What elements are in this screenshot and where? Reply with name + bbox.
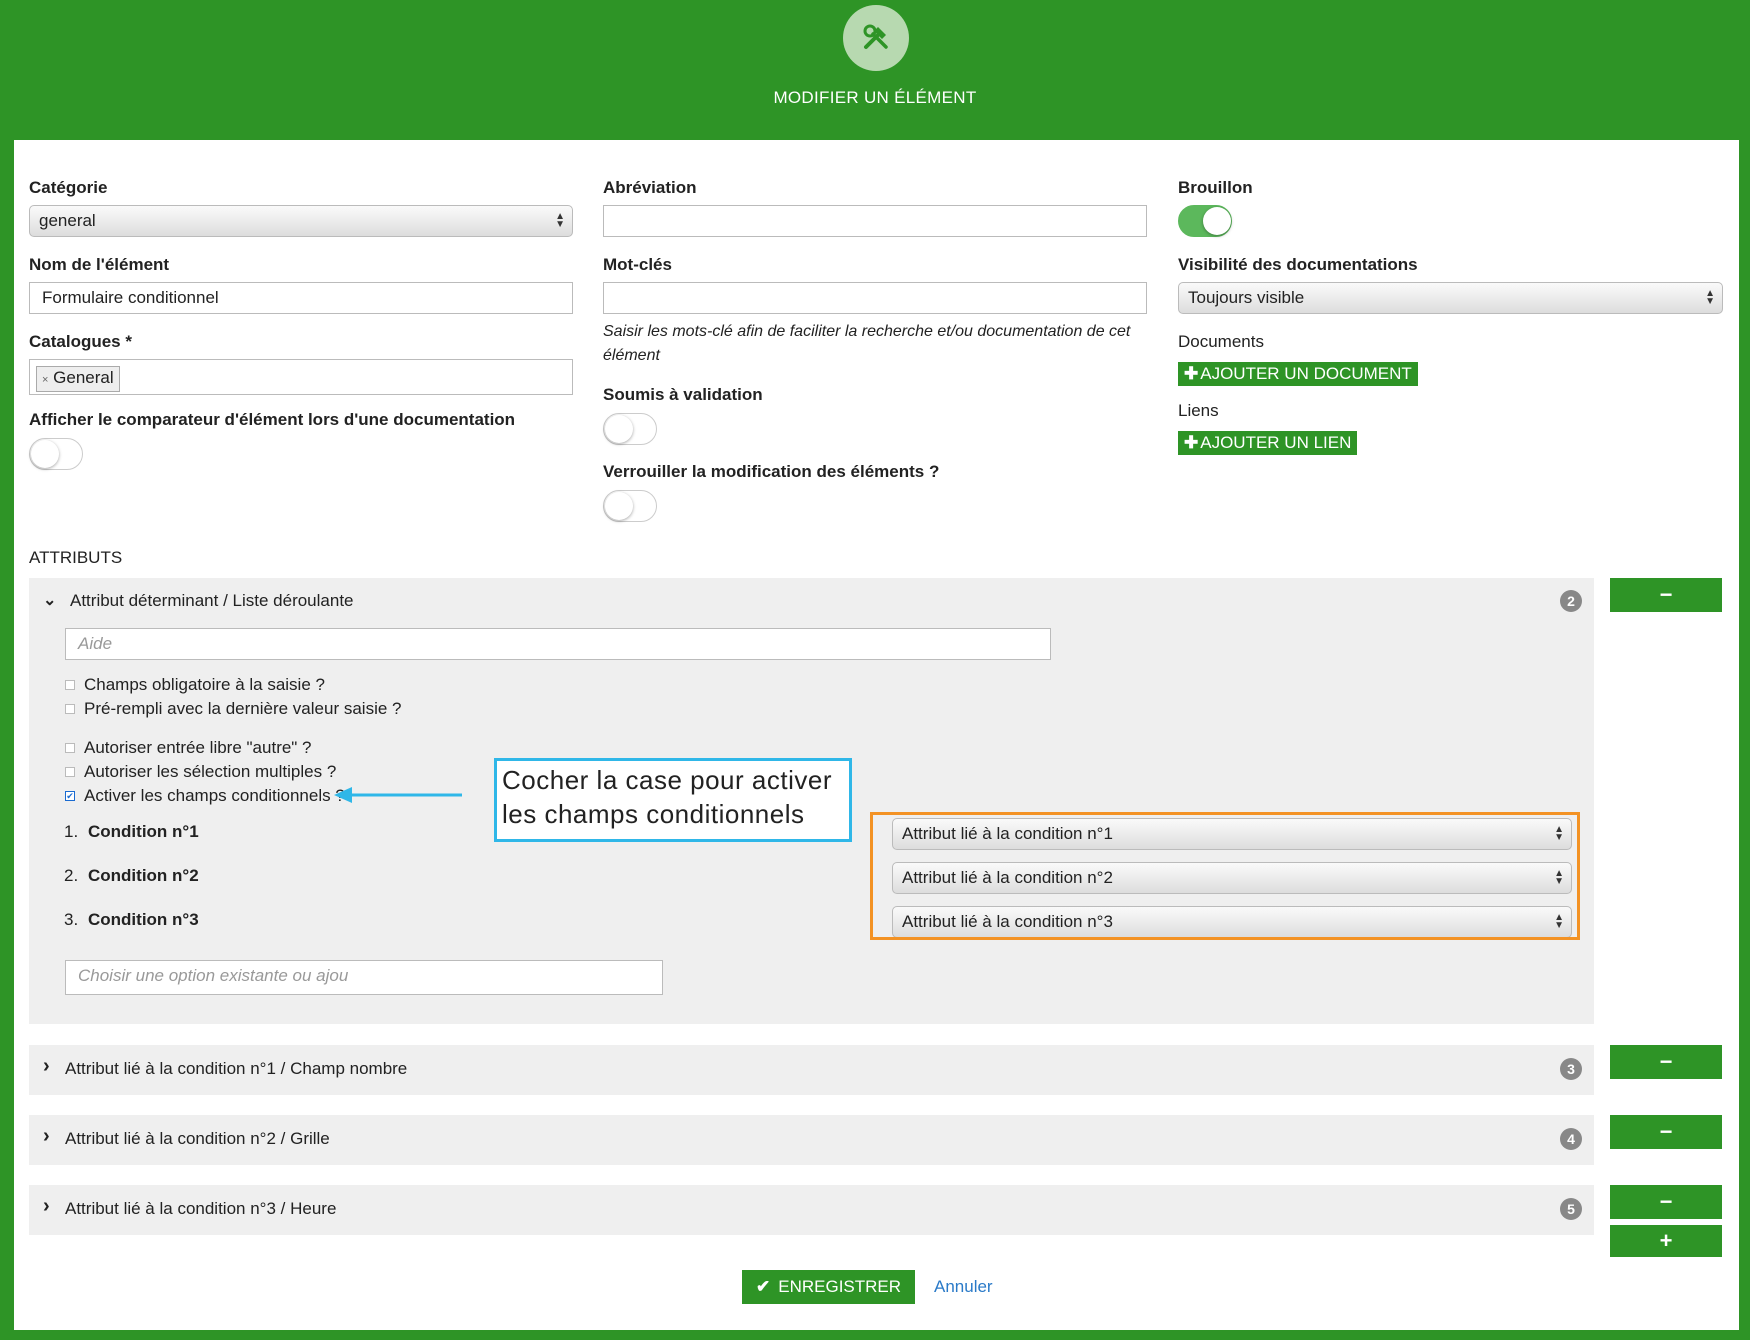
attribute-panel-collapsed[interactable]: › Attribut lié à la condition n°1 / Cham… — [29, 1045, 1594, 1095]
categorie-label: Catégorie — [29, 178, 108, 197]
remove-attribute-button[interactable]: − — [1610, 1045, 1722, 1079]
cancel-link[interactable]: Annuler — [934, 1277, 993, 1297]
multi-select-checkbox[interactable] — [65, 767, 75, 777]
catalogues-label: Catalogues * — [29, 332, 132, 351]
free-entry-checkbox[interactable] — [65, 743, 75, 753]
conditions-highlight-box — [870, 812, 1580, 940]
comparateur-label: Afficher le comparateur d'élément lors d… — [29, 410, 516, 429]
catalogue-tag-label: General — [53, 368, 114, 387]
brouillon-label: Brouillon — [1178, 178, 1253, 197]
categorie-value: general — [39, 211, 96, 230]
add-link-label: AJOUTER UN LIEN — [1200, 433, 1352, 452]
save-button[interactable]: ✔ ENREGISTRER — [742, 1270, 916, 1304]
condition-label: Condition n°3 — [88, 910, 199, 929]
condition-number: 1. — [64, 822, 79, 841]
select-arrows-icon: ▲ ▼ — [555, 211, 565, 230]
chevron-down-icon[interactable]: ⌄ — [43, 590, 56, 610]
remove-attribute-button[interactable]: − — [1610, 1115, 1722, 1149]
option-input[interactable]: Choisir une option existante ou ajou — [65, 960, 663, 995]
abreviation-label: Abréviation — [603, 178, 697, 197]
condition-label: Condition n°2 — [88, 866, 199, 885]
attribute-panel-collapsed[interactable]: › Attribut lié à la condition n°2 / Gril… — [29, 1115, 1594, 1165]
arrow-left-icon — [334, 787, 462, 803]
add-document-button[interactable]: ✚ AJOUTER UN DOCUMENT — [1178, 362, 1418, 386]
aide-input[interactable]: Aide — [65, 628, 1051, 660]
motscles-input[interactable] — [603, 282, 1147, 314]
remove-attribute-button[interactable]: − — [1610, 578, 1722, 612]
form-panel: Catégorie general ▲ ▼ Nom de l'élément Fo… — [14, 140, 1739, 1330]
nom-input[interactable]: Formulaire conditionnel — [29, 282, 573, 314]
attribute-title[interactable]: Attribut déterminant / Liste déroulante — [70, 591, 354, 611]
add-link-button[interactable]: ✚ AJOUTER UN LIEN — [1178, 431, 1358, 455]
categorie-select[interactable]: general ▲ ▼ — [29, 205, 573, 237]
attribute-badge: 4 — [1560, 1128, 1582, 1150]
toggle-knob — [605, 415, 633, 443]
save-label: ENREGISTRER — [778, 1277, 902, 1296]
liens-label: Liens — [1178, 401, 1219, 420]
abreviation-input[interactable] — [603, 205, 1147, 237]
chevron-right-icon[interactable]: › — [43, 1055, 50, 1078]
toggle-knob — [31, 440, 59, 468]
attribute-badge: 2 — [1560, 590, 1582, 612]
visibilite-value: Toujours visible — [1188, 288, 1305, 307]
remove-attribute-button[interactable]: − — [1610, 1185, 1722, 1219]
condition-label: Condition n°1 — [88, 822, 199, 841]
required-checkbox[interactable] — [65, 680, 75, 690]
plus-icon: ✚ — [1184, 433, 1199, 452]
attribute-title[interactable]: Attribut lié à la condition n°2 / Grille — [65, 1129, 330, 1149]
nom-label: Nom de l'élément — [29, 255, 170, 274]
catalogues-input[interactable]: × General — [29, 359, 573, 395]
motscles-label: Mot-clés — [603, 255, 672, 274]
required-label: Champs obligatoire à la saisie ? — [84, 675, 325, 694]
page-header: MODIFIER UN ÉLÉMENT — [0, 0, 1750, 140]
add-attribute-button[interactable]: + — [1610, 1225, 1722, 1257]
brouillon-toggle[interactable] — [1178, 205, 1232, 237]
catalogue-tag[interactable]: × General — [36, 366, 120, 392]
attribute-title[interactable]: Attribut lié à la condition n°3 / Heure — [65, 1199, 336, 1219]
callout-box: Cocher la case pour activer les champs c… — [494, 758, 852, 842]
attributs-heading: ATTRIBUTS — [29, 548, 123, 567]
documents-label: Documents — [1178, 332, 1264, 351]
soumis-toggle[interactable] — [603, 413, 657, 445]
visibilite-label: Visibilité des documentations — [1178, 255, 1418, 274]
comparateur-toggle[interactable] — [29, 438, 83, 470]
attribute-badge: 3 — [1560, 1058, 1582, 1080]
plus-icon: ✚ — [1184, 364, 1199, 383]
select-arrows-icon: ▲ ▼ — [1705, 288, 1715, 307]
toggle-knob — [1203, 207, 1231, 235]
tools-icon — [843, 5, 909, 71]
chevron-right-icon[interactable]: › — [43, 1195, 50, 1218]
free-entry-label: Autoriser entrée libre "autre" ? — [84, 738, 312, 757]
chevron-right-icon[interactable]: › — [43, 1125, 50, 1148]
verrouiller-toggle[interactable] — [603, 490, 657, 522]
callout-line-2: les champs conditionnels — [502, 799, 805, 829]
motscles-hint: Saisir les mots-clé afin de faciliter la… — [603, 323, 1131, 364]
page-title: MODIFIER UN ÉLÉMENT — [773, 88, 977, 107]
callout-line-1: Cocher la case pour activer — [502, 765, 832, 795]
toggle-knob — [605, 492, 633, 520]
condition-number: 2. — [64, 866, 79, 885]
visibilite-select[interactable]: Toujours visible ▲ ▼ — [1178, 282, 1723, 314]
conditional-checkbox[interactable]: ✔ — [65, 791, 75, 801]
tag-remove-icon[interactable]: × — [42, 374, 48, 386]
attribute-title[interactable]: Attribut lié à la condition n°1 / Champ … — [65, 1059, 407, 1079]
multi-select-label: Autoriser les sélection multiples ? — [84, 762, 337, 781]
check-icon: ✔ — [756, 1277, 771, 1296]
condition-number: 3. — [64, 910, 79, 929]
conditional-label: Activer les champs conditionnels ? — [84, 786, 345, 805]
soumis-label: Soumis à validation — [603, 385, 763, 404]
prefill-label: Pré-rempli avec la dernière valeur saisi… — [84, 699, 402, 718]
attribute-badge: 5 — [1560, 1198, 1582, 1220]
prefill-checkbox[interactable] — [65, 704, 75, 714]
verrouiller-label: Verrouiller la modification des éléments… — [603, 462, 940, 481]
option-placeholder: Choisir une option existante ou ajou — [78, 966, 349, 985]
add-document-label: AJOUTER UN DOCUMENT — [1200, 364, 1412, 383]
aide-placeholder: Aide — [78, 634, 113, 653]
attribute-panel-collapsed[interactable]: › Attribut lié à la condition n°3 / Heur… — [29, 1185, 1594, 1235]
